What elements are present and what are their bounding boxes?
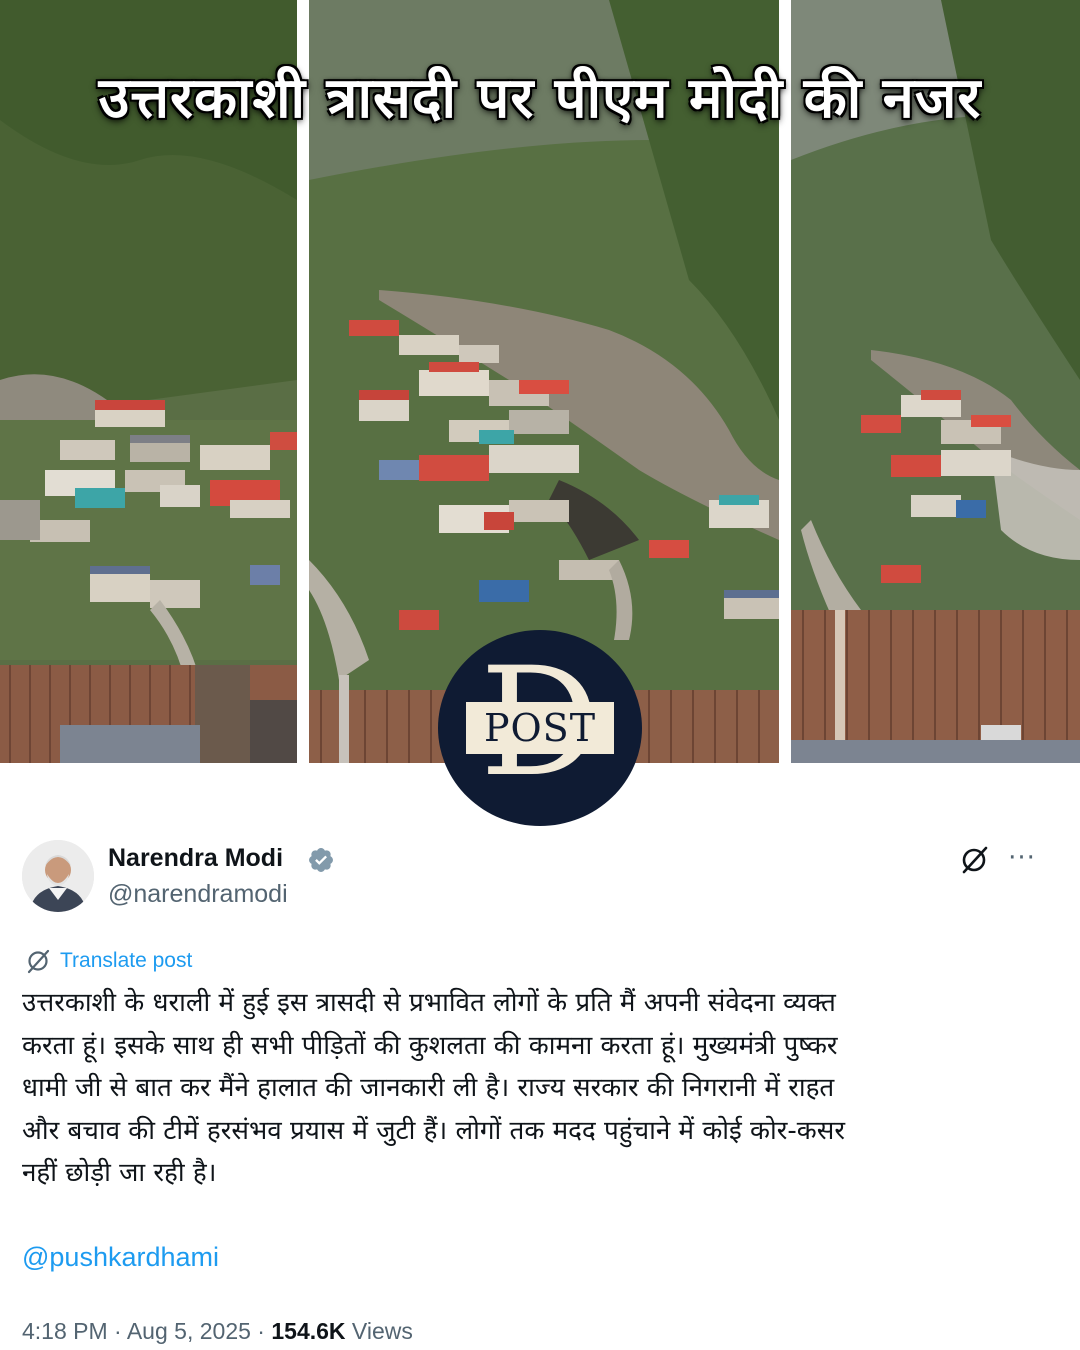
tweet-body-line: उत्तरकाशी के धराली में हुई इस त्रासदी से…	[22, 988, 836, 1018]
tweet-body-line: और बचाव की टीमें हरसंभव प्रयास में जुटी …	[22, 1115, 845, 1146]
avatar[interactable]	[22, 840, 94, 912]
tweet-body-line: नहीं छोड़ी जा रही है।	[22, 1158, 217, 1188]
author-handle[interactable]: @narendramodi	[108, 880, 288, 909]
meta-separator: ·	[114, 1318, 122, 1344]
views-count: 154.6K	[271, 1318, 346, 1344]
mention-link[interactable]: @pushkardhami	[22, 1242, 219, 1273]
translate-post-label: Translate post	[60, 949, 193, 972]
logo-word: POST	[483, 706, 597, 750]
meta-separator: ·	[257, 1318, 265, 1344]
grok-icon[interactable]	[958, 844, 990, 876]
tweet-date[interactable]: Aug 5, 2025	[127, 1318, 251, 1344]
tweet-body-line: करता हूं। इसके साथ ही सभी पीड़ितों की कु…	[22, 1030, 838, 1061]
tweet-body-line: धामी जी से बात कर मैंने हालात की जानकारी…	[22, 1073, 835, 1103]
translate-icon	[27, 949, 50, 974]
verified-badge-icon	[309, 848, 333, 872]
author-name[interactable]: Narendra Modi	[108, 844, 283, 873]
tweet-meta: 4:18 PM · Aug 5, 2025 · 154.6K Views	[22, 1318, 413, 1345]
headline: उत्तरकाशी त्रासदी पर पीएम मोदी की नजर	[98, 66, 982, 131]
more-horizontal-icon[interactable]: ···	[1002, 840, 1042, 880]
tweet-body: उत्तरकाशी के धराली में हुई इस त्रासदी से…	[22, 982, 1062, 1195]
tweet-time[interactable]: 4:18 PM	[22, 1318, 108, 1344]
translate-post-link[interactable]: Translate post	[24, 946, 192, 976]
views-label: Views	[351, 1318, 413, 1344]
